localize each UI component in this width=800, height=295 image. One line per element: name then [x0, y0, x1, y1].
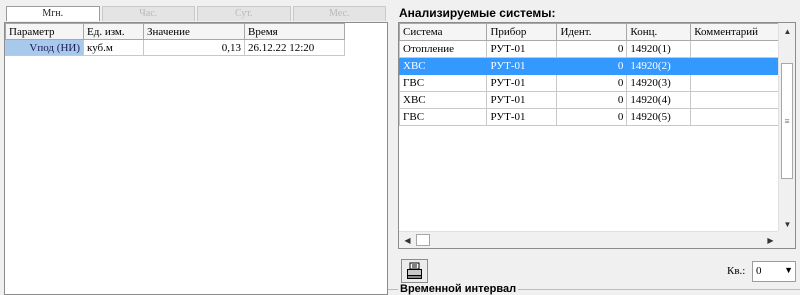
scroll-right-arrow-icon[interactable]: ▶	[762, 232, 779, 248]
value-cell[interactable]: 0,13	[143, 39, 245, 56]
params-header-row: Параметр Ед. изм. Значение Время	[5, 23, 345, 40]
scrollbar-corner	[778, 231, 795, 248]
kv-select[interactable]: 0 ▼	[752, 261, 796, 282]
horizontal-scroll-thumb[interactable]	[416, 234, 430, 246]
table-row[interactable]: ГВС РУТ-01 0 14920(5)	[399, 108, 789, 126]
col-header-device[interactable]: Прибор	[486, 23, 558, 41]
system-cell[interactable]: ХВС	[399, 57, 488, 75]
ident-cell[interactable]: 0	[556, 91, 628, 109]
conc-cell[interactable]: 14920(3)	[626, 74, 692, 92]
comment-cell[interactable]	[690, 74, 789, 92]
col-header-time[interactable]: Время	[244, 23, 345, 40]
tab-daily[interactable]: Сут.	[197, 6, 291, 21]
system-cell[interactable]: ХВС	[399, 91, 488, 109]
systems-header-row: Система Прибор Идент. Конц. Комментарий	[399, 23, 789, 41]
system-cell[interactable]: ГВС	[399, 74, 488, 92]
col-header-unit[interactable]: Ед. изм.	[83, 23, 144, 40]
table-row[interactable]: ХВС РУТ-01 0 14920(4)	[399, 91, 789, 109]
params-grid[interactable]: Параметр Ед. изм. Значение Время Vпод (Н…	[4, 22, 388, 295]
system-cell[interactable]: Отопление	[399, 40, 488, 58]
conc-cell[interactable]: 14920(4)	[626, 91, 692, 109]
printer-icon	[407, 262, 422, 279]
conc-cell[interactable]: 14920(1)	[626, 40, 692, 58]
kv-value: 0	[756, 265, 762, 277]
systems-grid[interactable]: Система Прибор Идент. Конц. Комментарий …	[398, 22, 796, 249]
conc-cell[interactable]: 14920(2)	[626, 57, 692, 75]
vertical-scroll-thumb[interactable]: ≡	[781, 63, 793, 179]
system-cell[interactable]: ГВС	[399, 108, 488, 126]
period-tabs: Мгн. Час. Сут. Мес.	[6, 6, 386, 21]
col-header-system[interactable]: Система	[399, 23, 488, 41]
scroll-left-arrow-icon[interactable]: ◀	[399, 232, 416, 248]
tab-instant[interactable]: Мгн.	[6, 6, 100, 21]
horizontal-scrollbar[interactable]: ◀ ▶	[399, 231, 779, 248]
device-cell[interactable]: РУТ-01	[486, 108, 558, 126]
scroll-up-arrow-icon[interactable]: ▲	[779, 23, 795, 40]
time-interval-group: Временной интервал	[388, 284, 800, 295]
col-header-value[interactable]: Значение	[143, 23, 245, 40]
comment-cell[interactable]	[690, 40, 789, 58]
ident-cell[interactable]: 0	[556, 40, 628, 58]
device-cell[interactable]: РУТ-01	[486, 57, 558, 75]
chevron-down-icon[interactable]: ▼	[784, 265, 793, 275]
systems-title: Анализируемые системы:	[399, 6, 556, 20]
comment-cell[interactable]	[690, 108, 789, 126]
systems-table: Система Прибор Идент. Конц. Комментарий …	[399, 23, 789, 126]
params-table: Параметр Ед. изм. Значение Время Vпод (Н…	[5, 23, 345, 56]
vertical-scrollbar[interactable]: ▲ ≡ ▼	[778, 23, 795, 233]
device-cell[interactable]: РУТ-01	[486, 74, 558, 92]
print-button[interactable]	[401, 259, 428, 283]
comment-cell[interactable]	[690, 57, 789, 75]
comment-cell[interactable]	[690, 91, 789, 109]
tab-hourly[interactable]: Час.	[101, 6, 195, 21]
conc-cell[interactable]: 14920(5)	[626, 108, 692, 126]
param-cell[interactable]: Vпод (НИ)	[5, 39, 84, 56]
device-cell[interactable]: РУТ-01	[486, 91, 558, 109]
table-row[interactable]: Отопление РУТ-01 0 14920(1)	[399, 40, 789, 58]
time-interval-label: Временной интервал	[398, 283, 519, 295]
tab-monthly[interactable]: Мес.	[292, 6, 386, 21]
unit-cell[interactable]: куб.м	[83, 39, 144, 56]
ident-cell[interactable]: 0	[556, 108, 628, 126]
col-header-conc[interactable]: Конц.	[626, 23, 692, 41]
time-cell[interactable]: 26.12.22 12:20	[244, 39, 345, 56]
ident-cell[interactable]: 0	[556, 74, 628, 92]
kv-label: Кв.:	[727, 265, 746, 277]
table-row[interactable]: Vпод (НИ) куб.м 0,13 26.12.22 12:20	[5, 39, 345, 56]
table-row-selected[interactable]: ХВС РУТ-01 0 14920(2)	[399, 57, 789, 75]
device-cell[interactable]: РУТ-01	[486, 40, 558, 58]
col-header-ident[interactable]: Идент.	[556, 23, 628, 41]
ident-cell[interactable]: 0	[556, 57, 628, 75]
col-header-comment[interactable]: Комментарий	[690, 23, 789, 41]
table-row[interactable]: ГВС РУТ-01 0 14920(3)	[399, 74, 789, 92]
col-header-param[interactable]: Параметр	[5, 23, 84, 40]
